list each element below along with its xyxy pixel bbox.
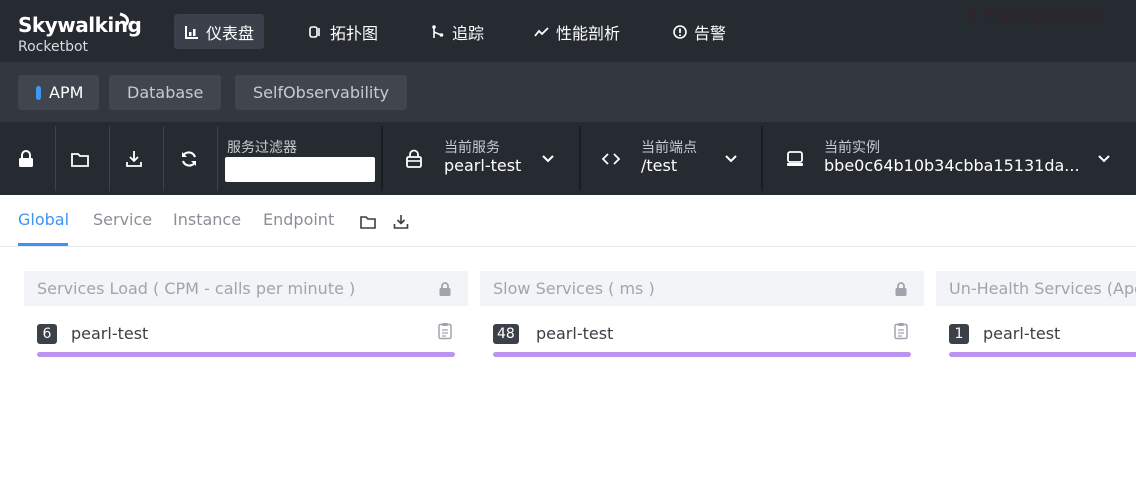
brand-sub: Rocketbot: [18, 39, 89, 55]
code-icon: [601, 153, 621, 165]
top-navigation: Skywalking Rocketbot 仪表盘 拓扑图 追踪 性能剖析 告警 …: [0, 0, 1136, 62]
service-filter-label: 服务过滤器: [227, 140, 297, 156]
layer-selfobservability-label: SelfObservability: [253, 83, 390, 102]
layer-bar: APM Database SelfObservability: [0, 62, 1136, 122]
row-service-name[interactable]: pearl-test: [983, 324, 1060, 344]
nav-trace[interactable]: 追踪: [430, 14, 484, 49]
nav-profile[interactable]: 性能剖析: [534, 14, 620, 49]
row-value-badge: 48: [493, 324, 519, 344]
active-indicator: [36, 85, 41, 100]
nav-dashboard-label: 仪表盘: [206, 23, 255, 43]
instance-selector[interactable]: 当前实例 bbe0c64b10b34cbba15131da...: [763, 122, 1136, 195]
service-filter-input[interactable]: [225, 157, 375, 182]
server-icon: [787, 151, 803, 166]
row-value-bar: [949, 352, 1136, 357]
header-right-text: 2 2 0 0 0 0 0 0 0: [968, 10, 1101, 26]
clipboard-icon[interactable]: [437, 322, 453, 340]
panel-title: Un-Health Services (Apdex): [936, 271, 1136, 306]
folder-icon[interactable]: [70, 149, 90, 169]
layer-database[interactable]: Database: [109, 75, 222, 110]
profile-icon: [534, 26, 549, 37]
row-value-badge: 1: [949, 324, 969, 344]
chevron-down-icon: [542, 155, 554, 163]
trace-icon: [432, 24, 444, 38]
chevron-down-icon: [1098, 155, 1110, 163]
download-icon[interactable]: [124, 149, 144, 169]
divider: [109, 126, 110, 191]
row-value-badge: 6: [37, 324, 57, 344]
lock-icon[interactable]: [16, 149, 36, 169]
tab-global[interactable]: Global: [18, 210, 69, 229]
topology-icon: [309, 25, 320, 38]
row-value-bar: [37, 352, 455, 357]
layer-apm[interactable]: APM: [18, 75, 100, 110]
current-instance-value: bbe0c64b10b34cbba15131da...: [824, 156, 1080, 175]
endpoint-selector[interactable]: 当前端点 /test: [581, 122, 761, 195]
clipboard-icon[interactable]: [893, 322, 909, 340]
current-endpoint-value: /test: [641, 156, 678, 175]
row-value-bar: [493, 352, 911, 357]
panel-title: Slow Services ( ms ): [480, 271, 924, 306]
current-instance-label: 当前实例: [824, 140, 880, 156]
download-icon[interactable]: [392, 213, 410, 231]
folder-icon[interactable]: [359, 213, 377, 231]
current-service-value: pearl-test: [444, 156, 522, 175]
row-service-name[interactable]: pearl-test: [71, 324, 148, 344]
panel-title: Services Load ( CPM - calls per minute ): [24, 271, 468, 306]
nav-alarm[interactable]: 告警: [672, 14, 726, 49]
active-tab-underline: [18, 243, 68, 246]
tab-instance[interactable]: Instance: [173, 210, 241, 229]
nav-dashboard[interactable]: 仪表盘: [174, 14, 265, 49]
nav-alarm-label: 告警: [694, 23, 727, 43]
panel-slow-services: Slow Services ( ms ) 48 pearl-test: [480, 271, 924, 371]
layer-selfobservability[interactable]: SelfObservability: [235, 75, 408, 110]
nav-trace-label: 追踪: [452, 23, 485, 43]
lock-icon[interactable]: [894, 281, 908, 297]
nav-profile-label: 性能剖析: [556, 23, 621, 43]
row-service-name[interactable]: pearl-test: [536, 324, 613, 344]
divider: [163, 126, 164, 191]
layer-apm-label: APM: [49, 83, 84, 102]
current-endpoint-label: 当前端点: [641, 140, 697, 156]
alarm-icon: [673, 24, 687, 39]
nav-topology[interactable]: 拓扑图: [308, 14, 378, 49]
panel-unhealth-services: Un-Health Services (Apdex) 1 pearl-test: [936, 271, 1136, 371]
service-selector[interactable]: 当前服务 pearl-test: [383, 122, 579, 195]
lock-icon[interactable]: [438, 281, 452, 297]
brand-logo[interactable]: Skywalking Rocketbot: [18, 12, 142, 55]
refresh-icon[interactable]: [179, 149, 199, 169]
panel-services-load: Services Load ( CPM - calls per minute )…: [24, 271, 468, 371]
lock-icon: [406, 149, 422, 168]
divider: [55, 126, 56, 191]
nav-topology-label: 拓扑图: [330, 23, 379, 43]
selector-toolbar: 服务过滤器 当前服务 pearl-test 当前端点 /test 当前实例 bb…: [0, 122, 1136, 195]
dashboard-icon: [185, 25, 198, 39]
swoosh-icon: [119, 12, 129, 28]
tab-service[interactable]: Service: [93, 210, 152, 229]
dashboard-tabs: Global Service Instance Endpoint: [0, 195, 1136, 247]
divider: [217, 126, 218, 191]
tab-endpoint[interactable]: Endpoint: [263, 210, 334, 229]
current-service-label: 当前服务: [444, 140, 500, 156]
layer-database-label: Database: [127, 83, 204, 102]
chevron-down-icon: [725, 155, 737, 163]
